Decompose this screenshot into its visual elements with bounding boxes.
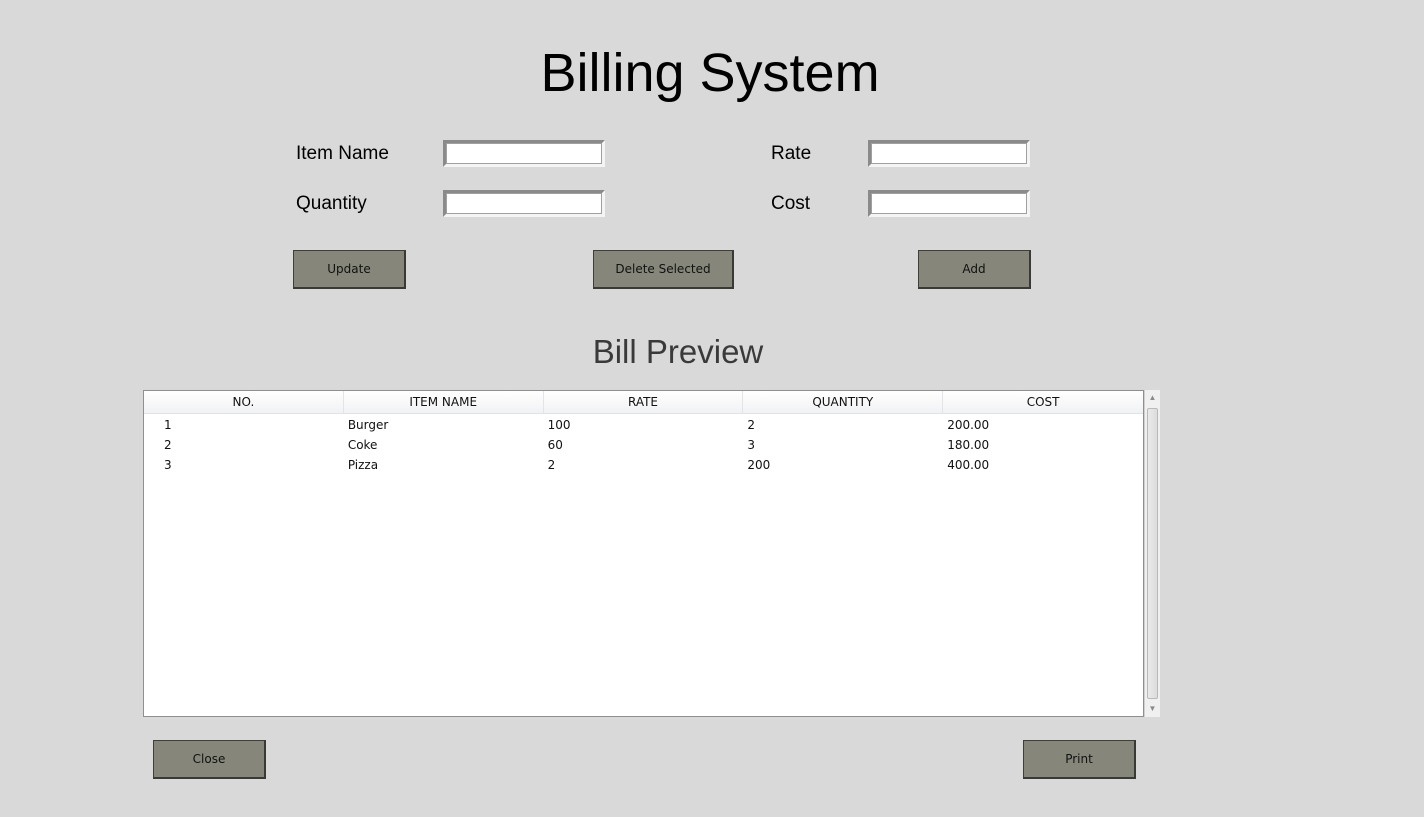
cost-label: Cost (771, 193, 811, 214)
column-header-cost[interactable]: COST (943, 391, 1143, 413)
cell-rate: 100 (547, 418, 571, 432)
column-header-no[interactable]: NO. (144, 391, 344, 413)
column-header-quantity[interactable]: QUANTITY (743, 391, 944, 413)
cell-item-name: Pizza (347, 458, 379, 472)
cell-rate: 60 (547, 438, 563, 452)
column-header-item-name[interactable]: ITEM NAME (344, 391, 544, 413)
item-name-input[interactable] (443, 140, 605, 167)
cell-cost: 400.00 (947, 458, 990, 472)
add-button[interactable]: Add (918, 250, 1031, 289)
cell-quantity: 200 (747, 458, 771, 472)
up-arrow-icon[interactable]: ▲ (1145, 390, 1160, 406)
page-title: Billing System (540, 43, 880, 103)
down-arrow-icon[interactable]: ▼ (1145, 701, 1160, 717)
cell-item-name: Coke (347, 438, 378, 452)
rate-input[interactable] (868, 140, 1030, 167)
cell-cost: 200.00 (947, 418, 990, 432)
print-button[interactable]: Print (1023, 740, 1136, 779)
bill-preview-title: Bill Preview (592, 333, 764, 370)
quantity-label: Quantity (296, 193, 367, 214)
table-row[interactable]: 1 Burger 100 2 200.00 (144, 415, 1143, 435)
update-button[interactable]: Update (293, 250, 406, 289)
column-header-rate[interactable]: RATE (544, 391, 744, 413)
table-row[interactable]: 3 Pizza 2 200 400.00 (144, 455, 1143, 475)
cell-no: 1 (164, 418, 172, 432)
table-body: 1 Burger 100 2 200.00 2 Coke 60 3 180.00… (144, 414, 1143, 475)
delete-selected-button[interactable]: Delete Selected (593, 250, 734, 289)
cell-cost: 180.00 (947, 438, 990, 452)
cell-no: 2 (164, 438, 172, 452)
table-row[interactable]: 2 Coke 60 3 180.00 (144, 435, 1143, 455)
scroll-thumb[interactable] (1147, 408, 1158, 699)
cost-input[interactable] (868, 190, 1030, 217)
quantity-input[interactable] (443, 190, 605, 217)
cell-quantity: 3 (747, 438, 756, 452)
cell-no: 3 (164, 458, 172, 472)
cell-quantity: 2 (747, 418, 756, 432)
close-button[interactable]: Close (153, 740, 266, 779)
bill-table[interactable]: NO. ITEM NAME RATE QUANTITY COST 1 Burge… (143, 390, 1144, 717)
cell-item-name: Burger (347, 418, 389, 432)
table-scrollbar[interactable]: ▲ ▼ (1144, 390, 1160, 717)
item-name-label: Item Name (296, 143, 389, 164)
cell-rate: 2 (547, 458, 556, 472)
table-header: NO. ITEM NAME RATE QUANTITY COST (144, 391, 1143, 414)
rate-label: Rate (771, 143, 812, 164)
